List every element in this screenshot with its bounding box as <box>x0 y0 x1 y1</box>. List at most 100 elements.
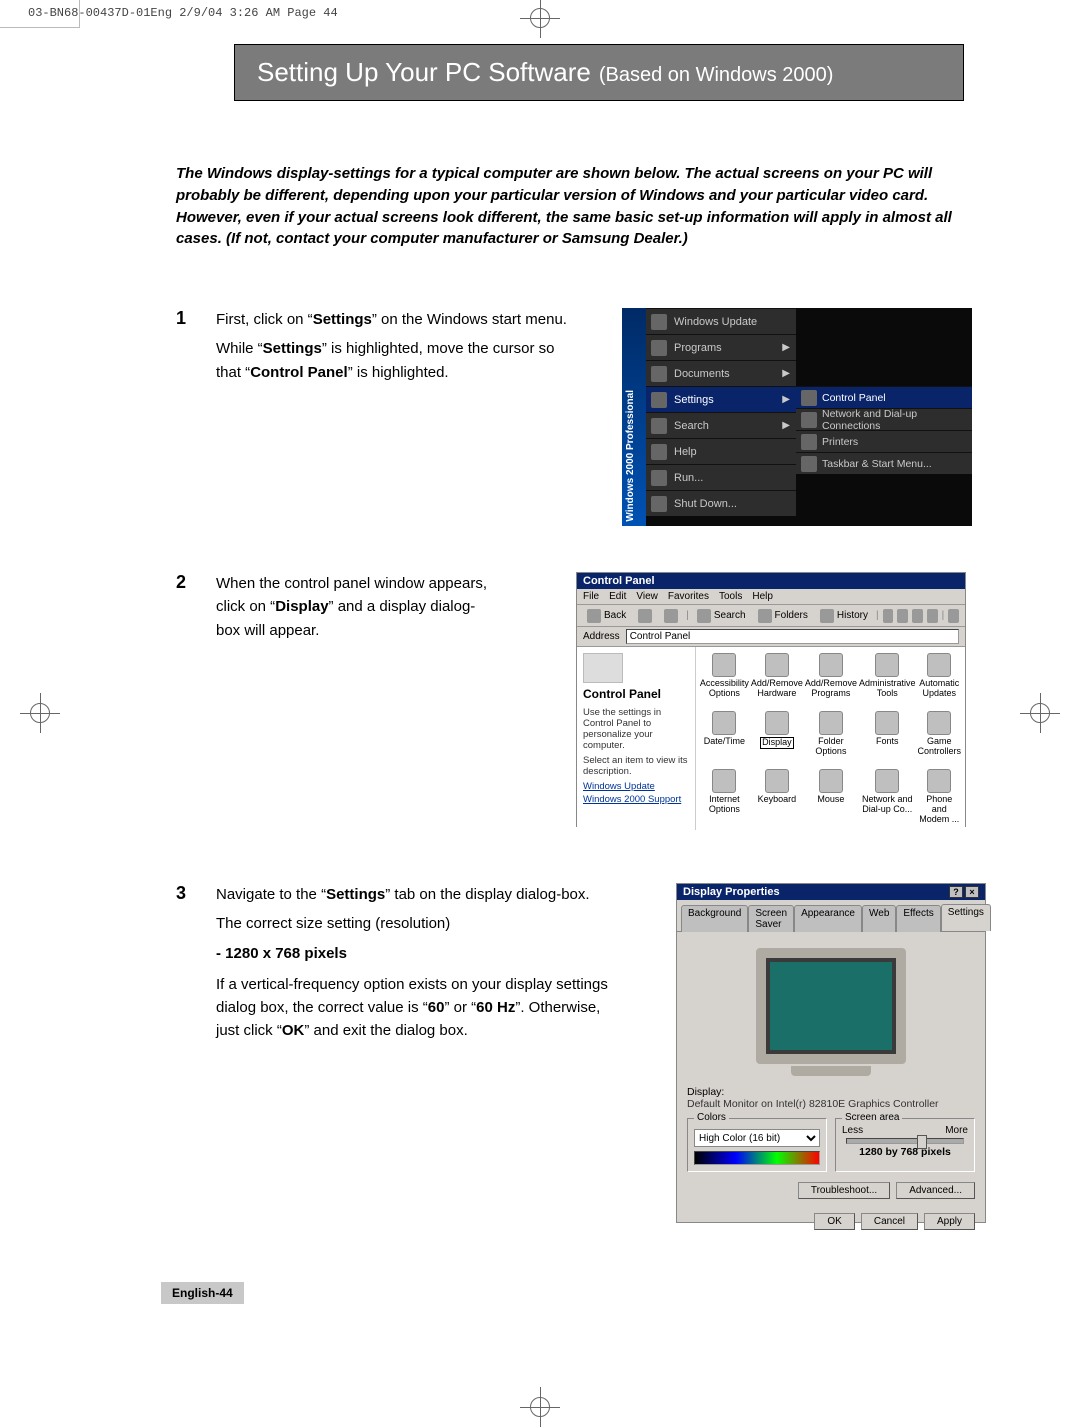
step-1: 1 First, click on “Settings” on the Wind… <box>176 308 986 526</box>
submenu-item-taskbar[interactable]: Taskbar & Start Menu... <box>796 452 972 474</box>
label: Keyboard <box>758 794 797 804</box>
troubleshoot-button[interactable]: Troubleshoot... <box>798 1182 890 1199</box>
cp-icon-display[interactable]: Display <box>751 711 803 765</box>
tab-screensaver[interactable]: Screen Saver <box>748 905 794 932</box>
search-icon <box>651 418 667 434</box>
cp-icon-add-programs[interactable]: Add/Remove Programs <box>805 653 857 707</box>
fonts-icon <box>875 711 899 735</box>
label: Programs <box>674 342 722 354</box>
txt: ” tab on the display dialog-box. <box>385 886 589 903</box>
toolbar-icon[interactable] <box>927 609 938 623</box>
forward-button[interactable] <box>634 607 656 625</box>
startmenu-item-windows-update[interactable]: Windows Update <box>646 308 796 334</box>
label: Date/Time <box>704 736 745 746</box>
label: Folder Options <box>815 736 846 756</box>
accessibility-icon <box>712 653 736 677</box>
cp-icon-datetime[interactable]: Date/Time <box>700 711 749 765</box>
title-text: Display Properties <box>683 886 780 898</box>
tab-web[interactable]: Web <box>862 905 896 932</box>
cp-icon-add-hardware[interactable]: Add/Remove Hardware <box>751 653 803 707</box>
startmenu-item-settings[interactable]: Settings▶ <box>646 386 796 412</box>
history-button[interactable]: History <box>816 607 872 625</box>
folders-button[interactable]: Folders <box>754 607 812 625</box>
sidebar-text: Select an item to view its description. <box>583 755 689 777</box>
resolution-slider[interactable] <box>846 1138 964 1144</box>
window-title: Control Panel <box>577 573 965 589</box>
toolbar-icon[interactable] <box>883 609 894 623</box>
cp-icon-phone[interactable]: Phone and Modem ... <box>917 769 961 823</box>
up-button[interactable] <box>660 607 682 625</box>
cancel-button[interactable]: Cancel <box>861 1213 918 1230</box>
menu-view[interactable]: View <box>636 591 658 602</box>
advanced-button[interactable]: Advanced... <box>896 1182 975 1199</box>
datetime-icon <box>712 711 736 735</box>
step-text: Navigate to the “Settings” tab on the di… <box>216 883 616 1049</box>
menu-edit[interactable]: Edit <box>609 591 626 602</box>
startmenu-item-documents[interactable]: Documents▶ <box>646 360 796 386</box>
chevron-right-icon: ▶ <box>782 394 790 405</box>
close-button[interactable]: × <box>965 886 979 898</box>
label: Fonts <box>876 736 899 746</box>
startmenu-item-help[interactable]: Help <box>646 438 796 464</box>
menu-favorites[interactable]: Favorites <box>668 591 709 602</box>
cp-icon-keyboard[interactable]: Keyboard <box>751 769 803 823</box>
network-icon <box>875 769 899 793</box>
cp-icon-internet[interactable]: Internet Options <box>700 769 749 823</box>
display-value: Default Monitor on Intel(r) 82810E Graph… <box>687 1098 975 1110</box>
folders-icon <box>758 609 772 623</box>
search-icon <box>697 609 711 623</box>
more-label: More <box>945 1125 968 1136</box>
control-panel-graphic <box>583 653 623 683</box>
slider-thumb[interactable] <box>917 1135 927 1149</box>
txt: While “ <box>216 340 263 357</box>
toolbar-icon[interactable] <box>948 609 959 623</box>
search-button[interactable]: Search <box>693 607 750 625</box>
startmenu-item-shutdown[interactable]: Shut Down... <box>646 490 796 516</box>
chevron-right-icon: ▶ <box>782 368 790 379</box>
startmenu-item-programs[interactable]: Programs▶ <box>646 334 796 360</box>
tab-appearance[interactable]: Appearance <box>794 905 862 932</box>
cp-icon-mouse[interactable]: Mouse <box>805 769 857 823</box>
ok-button[interactable]: OK <box>814 1213 854 1230</box>
submenu-item-printers[interactable]: Printers <box>796 430 972 452</box>
link-windows-update[interactable]: Windows Update <box>583 781 689 792</box>
cp-icon-folder-options[interactable]: Folder Options <box>805 711 857 765</box>
back-button[interactable]: Back <box>583 607 630 625</box>
label: Network and Dial-up Co... <box>862 794 913 814</box>
hardware-icon <box>765 653 789 677</box>
monitor-base <box>791 1066 871 1076</box>
tab-settings[interactable]: Settings <box>941 904 991 931</box>
address-input[interactable] <box>626 629 959 644</box>
tab-effects[interactable]: Effects <box>896 905 940 932</box>
submenu-item-network[interactable]: Network and Dial-up Connections <box>796 408 972 430</box>
label: Add/Remove Hardware <box>751 678 803 698</box>
txt: ” and exit the dialog box. <box>304 1022 467 1039</box>
tab-background[interactable]: Background <box>681 905 748 932</box>
txt-display: Display <box>275 598 328 615</box>
cp-icon-admin-tools[interactable]: Administrative Tools <box>859 653 916 707</box>
colors-select[interactable]: High Color (16 bit) <box>694 1129 820 1147</box>
cp-icon-accessibility[interactable]: Accessibility Options <box>700 653 749 707</box>
txt-60hz: 60 Hz <box>476 999 515 1016</box>
windows-update-icon <box>651 314 667 330</box>
back-icon <box>587 609 601 623</box>
cp-icon-game[interactable]: Game Controllers <box>917 711 961 765</box>
keyboard-icon <box>765 769 789 793</box>
startmenu-item-search[interactable]: Search▶ <box>646 412 796 438</box>
cp-icon-auto-updates[interactable]: Automatic Updates <box>917 653 961 707</box>
run-icon <box>651 470 667 486</box>
cp-icon-network[interactable]: Network and Dial-up Co... <box>859 769 916 823</box>
link-windows-2000-support[interactable]: Windows 2000 Support <box>583 794 689 805</box>
toolbar-icon[interactable] <box>897 609 908 623</box>
submenu-item-control-panel[interactable]: Control Panel <box>796 386 972 408</box>
cp-icon-fonts[interactable]: Fonts <box>859 711 916 765</box>
txt: ” on the Windows start menu. <box>372 311 567 328</box>
menu-file[interactable]: File <box>583 591 599 602</box>
help-button[interactable]: ? <box>949 886 963 898</box>
toolbar-icon[interactable] <box>912 609 923 623</box>
apply-button[interactable]: Apply <box>924 1213 975 1230</box>
menu-help[interactable]: Help <box>752 591 773 602</box>
printers-icon <box>801 434 817 450</box>
startmenu-item-run[interactable]: Run... <box>646 464 796 490</box>
menu-tools[interactable]: Tools <box>719 591 742 602</box>
